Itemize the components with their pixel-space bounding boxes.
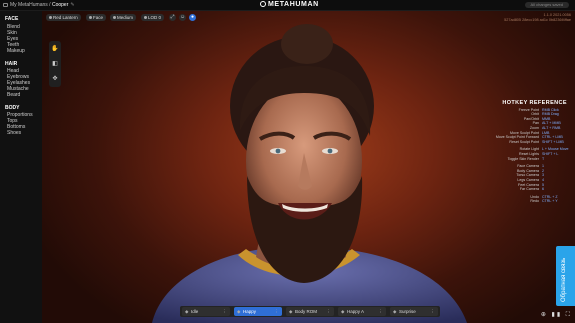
anim-icon: ◆ bbox=[185, 309, 189, 314]
brand-title: METAHUMAN bbox=[268, 1, 319, 8]
anim-slot-happy-a[interactable]: ◆ Happy A ⋮ bbox=[338, 307, 386, 316]
anim-slot-body-rom[interactable]: ◆ Body ROM ⋮ bbox=[286, 307, 334, 316]
edit-name-icon[interactable]: ✎ bbox=[70, 2, 74, 8]
quality-select[interactable]: Medium bbox=[110, 14, 137, 21]
metahuman-logo-icon bbox=[260, 0, 266, 7]
lighting-select[interactable]: Red Lantern bbox=[46, 14, 81, 21]
camera-select[interactable]: Face bbox=[86, 14, 107, 21]
save-status-badge: All changes saved bbox=[524, 2, 569, 8]
more-icon: ⋮ bbox=[378, 309, 384, 314]
version-info: 1.1.0 2021.0056 527ad805 28ecc198 ad1c 0b… bbox=[504, 13, 571, 22]
anim-slot-happy[interactable]: ◆ Happy ⋮ bbox=[234, 307, 282, 316]
hotkey-row: Redo CTRL + Y bbox=[530, 199, 558, 204]
hotkey-row: Far Camera 6 bbox=[519, 187, 544, 192]
anim-icon: ◆ bbox=[341, 309, 345, 314]
feedback-button[interactable]: Обратная связь bbox=[556, 246, 575, 306]
more-icon: ⋮ bbox=[430, 309, 436, 314]
sidebar-item-makeup[interactable]: Makeup bbox=[7, 48, 25, 54]
animation-bar: ◆ Idle ⋮ ◆ Happy ⋮ ◆ Body ROM ⋮ ◆ Happy A ⋮ ◆ Sur… bbox=[180, 306, 440, 317]
face-icon[interactable]: ☺ bbox=[179, 14, 186, 21]
more-icon: ⋮ bbox=[222, 309, 228, 314]
section-hair-title: HAIR bbox=[5, 61, 18, 67]
move-tool-icon[interactable]: ✥ bbox=[51, 75, 59, 83]
lod-icon bbox=[144, 16, 147, 20]
viewport-tools: ✋ ◧ ✥ bbox=[49, 41, 61, 87]
lod-select[interactable]: LOD 0 bbox=[141, 14, 165, 21]
app-brand: METAHUMAN bbox=[260, 0, 319, 10]
sidebar-item-shoes[interactable]: Shoes bbox=[7, 130, 21, 136]
hand-tool-icon[interactable]: ✋ bbox=[51, 45, 59, 53]
breadcrumb-root[interactable]: My MetaHumans / bbox=[10, 2, 51, 8]
hotkey-row: Toggle Skin Render T bbox=[507, 156, 545, 161]
anim-icon: ◆ bbox=[393, 309, 397, 314]
light-icon bbox=[49, 16, 52, 20]
split-view-icon[interactable]: ◧ bbox=[51, 60, 59, 68]
sidebar-item-beard[interactable]: Beard bbox=[7, 92, 20, 98]
viewport[interactable]: Red Lantern Face Medium LOD 0 ⤢ ☺ ● 1.1.… bbox=[42, 11, 575, 323]
breadcrumb: My MetaHumans / Cooper ✎ bbox=[3, 0, 75, 10]
hotkey-reference: HOTKEY REFERENCE Freeze Point RMB Click O… bbox=[482, 100, 569, 204]
section-face-title: FACE bbox=[5, 16, 19, 22]
more-icon: ⋮ bbox=[274, 309, 280, 314]
more-icon: ⋮ bbox=[326, 309, 332, 314]
camera-icon bbox=[89, 16, 92, 20]
anim-slot-idle[interactable]: ◆ Idle ⋮ bbox=[182, 307, 230, 316]
section-body-title: BODY bbox=[5, 105, 20, 111]
hotkey-title: HOTKEY REFERENCE bbox=[502, 100, 567, 106]
anim-icon: ◆ bbox=[289, 309, 293, 314]
sidebar: FACE Blend Skin Eyes Teeth Makeup HAIR H… bbox=[0, 11, 42, 323]
breadcrumb-current: Cooper bbox=[51, 2, 69, 8]
anim-slot-surprise[interactable]: ◆ Surprise ⋮ bbox=[390, 307, 438, 316]
playback-controls[interactable]: ⊕ ▮▮ ⛶ bbox=[541, 311, 572, 319]
anim-icon: ◆ bbox=[237, 309, 241, 314]
quality-icon bbox=[113, 16, 116, 20]
top-bar: My MetaHumans / Cooper ✎ METAHUMAN All ch… bbox=[0, 0, 575, 11]
record-icon[interactable]: ● bbox=[189, 14, 196, 21]
fullscreen-icon[interactable]: ⤢ bbox=[169, 14, 176, 21]
hotkey-row: Reset Sculpt Point SHIFT + LMB bbox=[509, 139, 564, 144]
folder-icon bbox=[3, 2, 8, 7]
